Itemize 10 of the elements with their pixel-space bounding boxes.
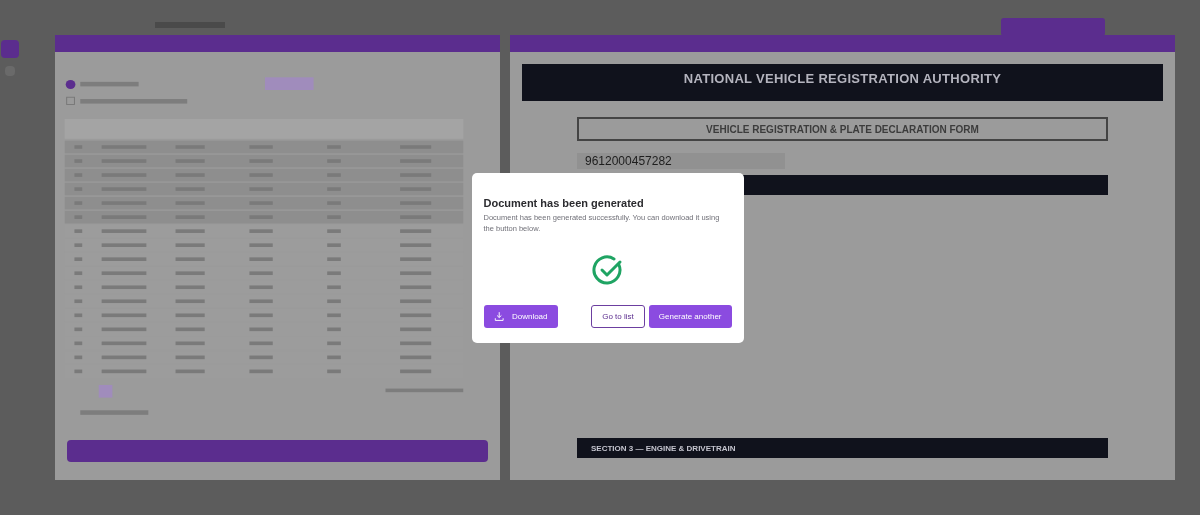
go-to-list-button[interactable]: Go to list — [591, 305, 645, 328]
download-icon — [493, 311, 504, 322]
authority-title: NATIONAL VEHICLE REGISTRATION AUTHORITY — [683, 71, 1002, 86]
dialog-title: Document has been generated — [483, 197, 645, 209]
form-title: VEHICLE REGISTRATION & PLATE DECLARATION FORM — [706, 123, 979, 135]
download-button[interactable]: Download — [483, 305, 558, 328]
check-circle-icon — [591, 253, 624, 286]
generate-another-button[interactable]: Generate another — [648, 305, 732, 328]
reference-number-field: 9612000457282 — [577, 153, 785, 169]
section-title: SECTION 3 — ENGINE & DRIVETRAIN — [591, 443, 736, 453]
